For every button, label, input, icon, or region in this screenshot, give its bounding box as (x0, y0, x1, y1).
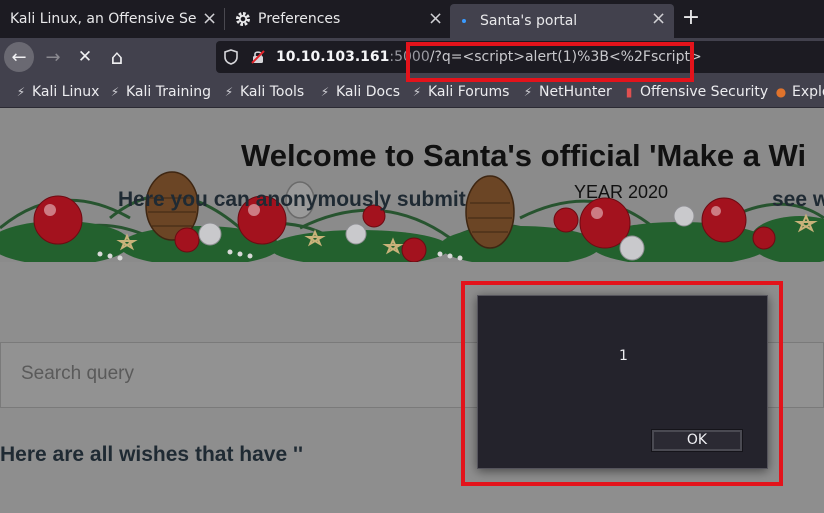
url-host: 10.10.103.161 (276, 49, 390, 65)
bookmark-exploit-db[interactable]: ● Exploi (774, 76, 824, 108)
close-tab-icon[interactable]: × (428, 10, 443, 28)
kali-dragon-icon: ⚡ (412, 85, 422, 99)
bookmark-label: Kali Training (126, 84, 211, 100)
tab-label: Preferences (258, 11, 341, 27)
bookmark-label: Kali Linux (32, 84, 100, 100)
forward-button[interactable]: → (38, 42, 68, 72)
back-button[interactable]: ← (4, 42, 34, 72)
intro-text: Here you can anonymously submit (118, 188, 466, 211)
tab-preferences[interactable]: Preferences × (226, 0, 448, 38)
kali-dragon-icon: ⚡ (16, 85, 26, 99)
bookmark-label: Exploi (792, 84, 824, 100)
close-tab-icon[interactable]: × (202, 10, 217, 28)
close-tab-icon[interactable]: × (651, 10, 666, 28)
search-placeholder: Search query (21, 363, 135, 384)
loading-indicator-icon (462, 19, 466, 23)
bookmark-kali-training[interactable]: ⚡ Kali Training (108, 76, 211, 108)
home-button[interactable]: ⌂ (102, 42, 132, 72)
bookmark-label: Offensive Security (640, 84, 769, 100)
banner-title: Welcome to Santa's official 'Make a Wi (241, 138, 807, 173)
stop-button[interactable]: ✕ (70, 42, 100, 72)
alert-highlight (461, 281, 783, 486)
kali-dragon-icon: ⚡ (224, 85, 234, 99)
bookmark-kali-docs[interactable]: ⚡ Kali Docs (318, 76, 400, 108)
kali-dragon-icon: ⚡ (110, 85, 120, 99)
bookmark-label: Kali Tools (240, 84, 305, 100)
url-payload-highlight (406, 42, 694, 82)
shield-icon[interactable] (224, 41, 238, 73)
bookmark-label: Kali Docs (336, 84, 401, 100)
banner-year: YEAR 2020 (574, 182, 669, 202)
offsec-icon: ▮ (625, 85, 633, 99)
bookmark-kali-linux[interactable]: ⚡ Kali Linux (14, 76, 100, 108)
nethunter-icon: ⚡ (523, 85, 533, 99)
tab-label: Santa's portal (480, 13, 578, 29)
bookmark-label: Kali Forums (428, 84, 510, 100)
new-tab-button[interactable]: + (680, 6, 702, 32)
wishes-heading: Here are all wishes that have '' (0, 443, 303, 466)
christmas-banner: Welcome to Santa's official 'Make a Wi Y… (0, 108, 824, 262)
tab-kali-linux[interactable]: Kali Linux, an Offensive Security × (0, 0, 222, 38)
tab-label: Kali Linux, an Offensive Security (10, 11, 196, 27)
exploit-db-icon: ● (775, 85, 787, 99)
bookmark-kali-tools[interactable]: ⚡ Kali Tools (222, 76, 304, 108)
christmas-garland-image (0, 108, 824, 262)
tab-santas-portal[interactable]: Santa's portal × (450, 4, 674, 38)
tab-separator (224, 8, 225, 30)
kali-dragon-icon: ⚡ (320, 85, 330, 99)
insecure-lock-icon[interactable] (250, 41, 266, 73)
gear-icon (236, 12, 250, 26)
tab-bar: Kali Linux, an Offensive Security × Pref… (0, 0, 824, 38)
intro-text-continued: see w (772, 188, 824, 211)
bookmark-label: NetHunter (539, 84, 612, 100)
